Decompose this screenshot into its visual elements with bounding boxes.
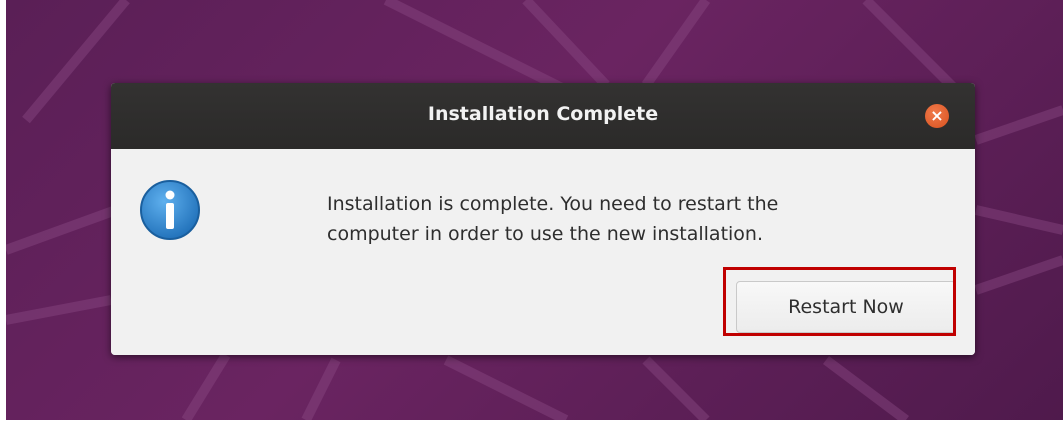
- restart-now-button[interactable]: Restart Now: [736, 281, 956, 333]
- dialog-message: Installation is complete. You need to re…: [327, 189, 927, 249]
- desktop-background: Installation Complete × Installation is …: [6, 0, 1063, 420]
- message-line-2: computer in order to use the new install…: [327, 223, 763, 245]
- installation-complete-dialog: Installation Complete × Installation is …: [111, 83, 975, 355]
- dialog-body: Installation is complete. You need to re…: [111, 149, 975, 355]
- dialog-titlebar: Installation Complete ×: [111, 83, 975, 149]
- close-icon[interactable]: ×: [925, 104, 949, 128]
- message-line-1: Installation is complete. You need to re…: [327, 193, 779, 215]
- info-icon: [140, 180, 200, 240]
- dialog-title: Installation Complete: [427, 103, 659, 125]
